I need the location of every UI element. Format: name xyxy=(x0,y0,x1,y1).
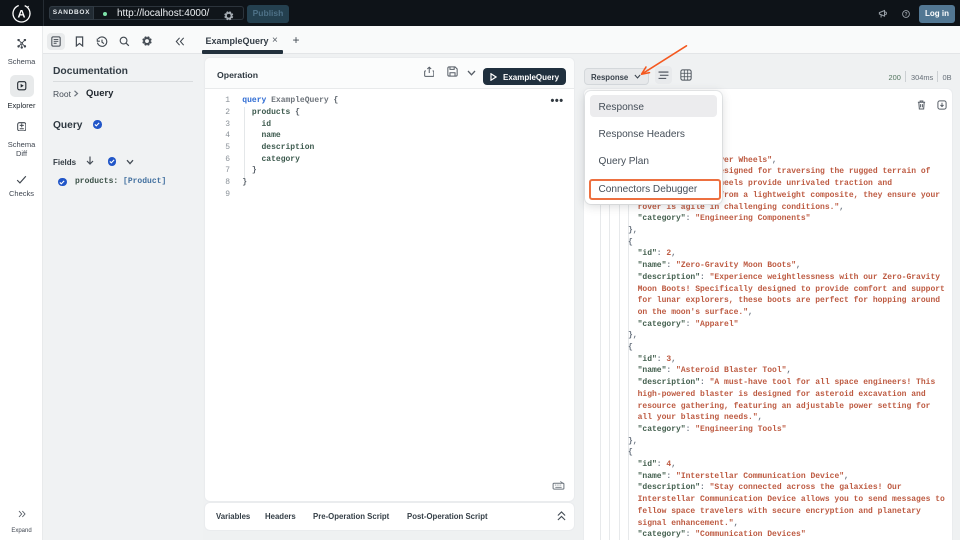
svg-text:A: A xyxy=(18,9,26,21)
svg-text:?: ? xyxy=(904,11,907,17)
